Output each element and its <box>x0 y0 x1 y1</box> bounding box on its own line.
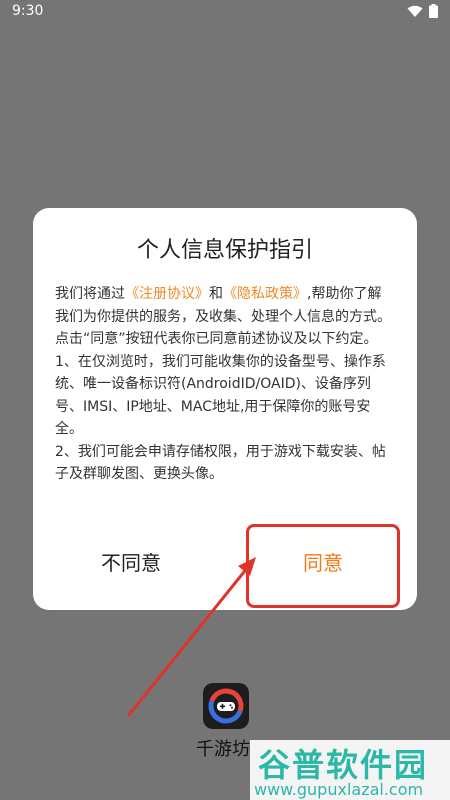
privacy-policy-link[interactable]: 《隐私政策》 <box>223 286 307 302</box>
dialog-paragraph-4: 2、我们可能会申请存储权限，用于游戏下载安装、帖子及群聊发图、更换头像。 <box>55 443 386 483</box>
wifi-icon <box>407 5 423 17</box>
agree-button[interactable]: 同意 <box>243 538 403 588</box>
dialog-paragraph-3: 1、在仅浏览时，我们可能收集你的设备型号、操作系统、唯一设备标识符(Androi… <box>55 353 386 438</box>
scroll-fade <box>33 513 417 533</box>
status-bar: 9:30 <box>0 0 450 22</box>
watermark-url: www.gupuxlazal.com <box>254 780 424 799</box>
dialog-body[interactable]: 我们将通过《注册协议》和《隐私政策》,帮助你了解我们为你提供的服务，及收集、处理… <box>55 283 395 531</box>
dialog-title: 个人信息保护指引 <box>136 238 313 263</box>
app-icon[interactable] <box>203 683 249 729</box>
status-icons <box>407 4 438 18</box>
battery-icon <box>429 4 438 18</box>
registration-agreement-link[interactable]: 《注册协议》 <box>125 286 209 302</box>
gamepad-icon <box>208 688 244 724</box>
disagree-button[interactable]: 不同意 <box>51 538 211 588</box>
paragraph-1-and: 和 <box>209 286 223 302</box>
status-time: 9:30 <box>12 3 44 19</box>
paragraph-1-prefix: 我们将通过 <box>55 286 125 302</box>
watermark: 谷普软件园 www.gupuxlazal.com <box>250 740 450 800</box>
dialog-paragraph-1: 我们将通过《注册协议》和《隐私政策》,帮助你了解我们为你提供的服务，及收集、处理… <box>55 283 395 328</box>
privacy-dialog: 个人信息保护指引 我们将通过《注册协议》和《隐私政策》,帮助你了解我们为你提供的… <box>33 208 417 610</box>
app-label: 千游坊 <box>196 739 250 760</box>
dialog-paragraph-2: 点击“同意”按钮代表你已同意前述协议及以下约定。 <box>55 331 378 347</box>
